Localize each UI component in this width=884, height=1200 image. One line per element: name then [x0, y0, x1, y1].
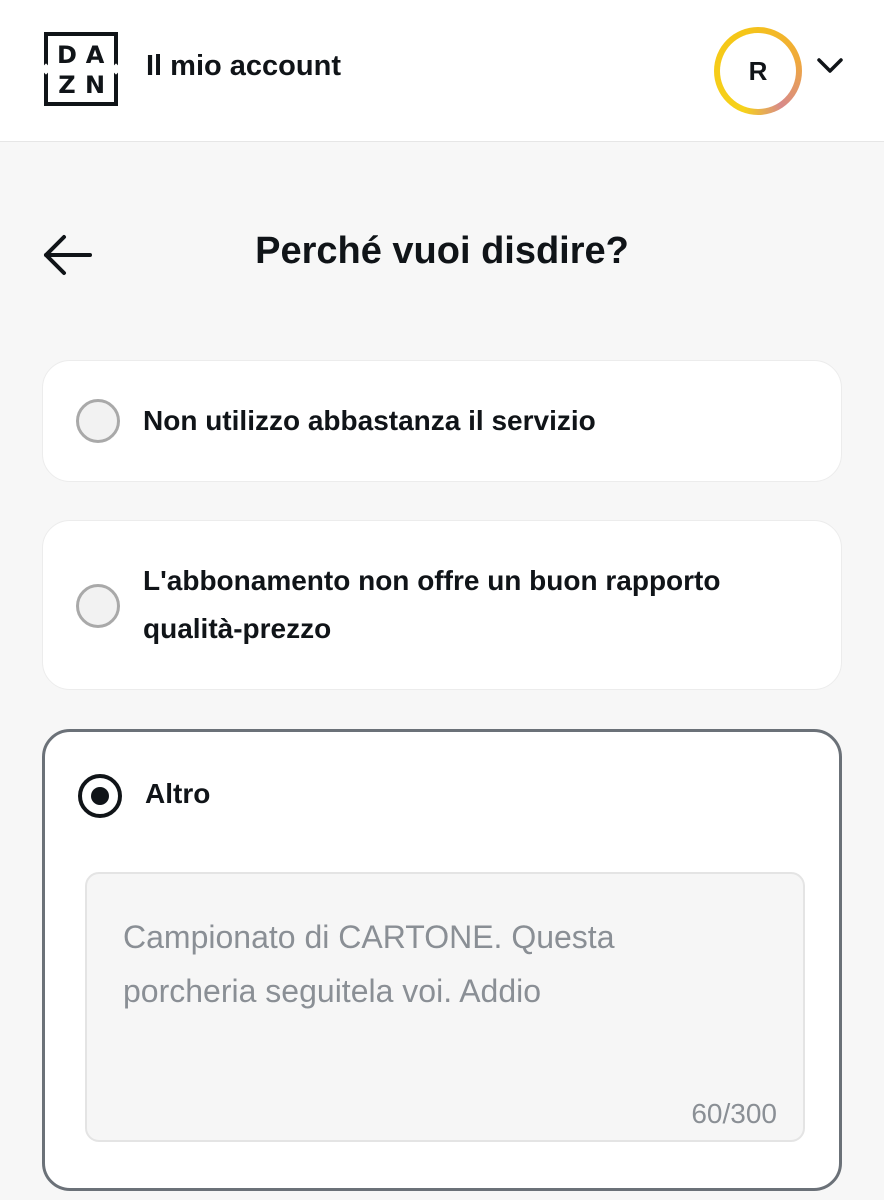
top-bar: D A Z N Il mio account R — [0, 0, 884, 142]
character-counter: 60/300 — [691, 1098, 777, 1129]
logo-letter-d: D — [57, 41, 77, 69]
avatar-initial: R — [720, 33, 796, 109]
radio-button-selected[interactable] — [78, 774, 122, 818]
other-reason-textarea[interactable]: Campionato di CARTONE. Questa porcheria … — [85, 872, 805, 1142]
logo-notch-right — [110, 63, 122, 75]
option-label-line2: qualità-prezzo — [143, 613, 332, 644]
textarea-line-2: porcheria seguitela voi. Addio — [123, 973, 542, 1009]
logo-letter-n: N — [84, 71, 106, 99]
chevron-down-icon[interactable] — [816, 56, 844, 76]
account-title: Il mio account — [146, 50, 341, 82]
option-poor-value[interactable]: L'abbonamento non offre un buon rapporto… — [42, 520, 842, 690]
avatar[interactable]: R — [714, 27, 802, 115]
option-label-line1: L'abbonamento non offre un buon rapporto — [143, 565, 721, 596]
logo-letter-a: A — [85, 41, 105, 69]
logo-letter-z: Z — [58, 71, 76, 99]
radio-button[interactable] — [76, 399, 120, 443]
option-label: Non utilizzo abbastanza il servizio — [143, 405, 596, 436]
logo-notch-left — [40, 63, 52, 75]
radio-button[interactable] — [76, 584, 120, 628]
option-label: Altro — [145, 778, 211, 809]
dazn-logo[interactable]: D A Z N — [40, 32, 122, 106]
option-not-using-enough[interactable]: Non utilizzo abbastanza il servizio — [42, 360, 842, 482]
page-title: Perché vuoi disdire? — [255, 230, 629, 272]
radio-dot — [91, 787, 109, 805]
textarea-line-1: Campionato di CARTONE. Questa — [123, 919, 615, 955]
option-other[interactable]: Altro Campionato di CARTONE. Questa porc… — [42, 729, 842, 1191]
textarea-content: Campionato di CARTONE. Questa porcheria … — [123, 910, 743, 1018]
